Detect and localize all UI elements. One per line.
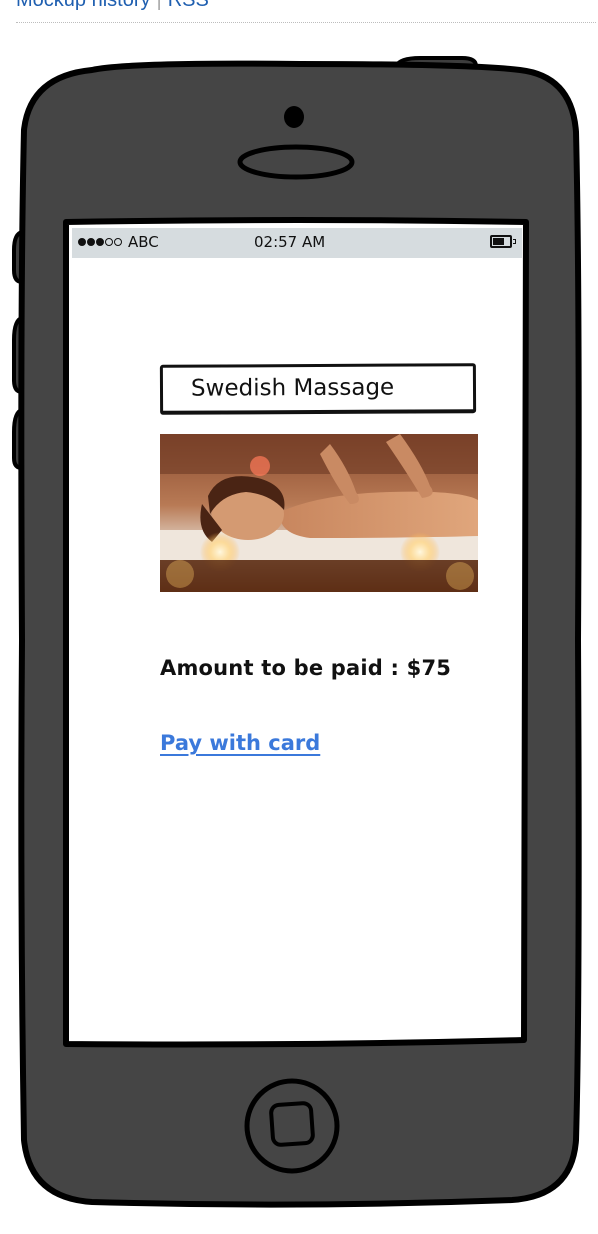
amount-due-label: Amount to be paid : $75 xyxy=(160,656,452,680)
signal-dot xyxy=(105,238,113,246)
status-left: ABC xyxy=(78,233,159,251)
phone-frame xyxy=(12,56,582,1208)
mockup-page: Mockup history | RSS ABC 02:57 AM Swedis… xyxy=(0,0,598,1234)
status-time: 02:57 AM xyxy=(254,233,326,251)
pay-with-card-link[interactable]: Pay with card xyxy=(160,731,320,755)
phone-screen xyxy=(63,217,529,1048)
signal-dot xyxy=(96,238,104,246)
phone-speaker xyxy=(237,144,355,180)
battery-icon xyxy=(490,235,516,248)
signal-strength-icon xyxy=(78,238,122,246)
status-bar: ABC 02:57 AM xyxy=(72,228,522,258)
signal-dot xyxy=(78,238,86,246)
carrier-name: ABC xyxy=(128,233,159,251)
signal-dot xyxy=(114,238,122,246)
phone-home-button xyxy=(244,1078,340,1174)
signal-dot xyxy=(87,238,95,246)
massage-image xyxy=(160,434,478,592)
massage-photo xyxy=(160,434,478,592)
phone-camera xyxy=(284,106,304,128)
service-title: Swedish Massage xyxy=(159,363,477,415)
